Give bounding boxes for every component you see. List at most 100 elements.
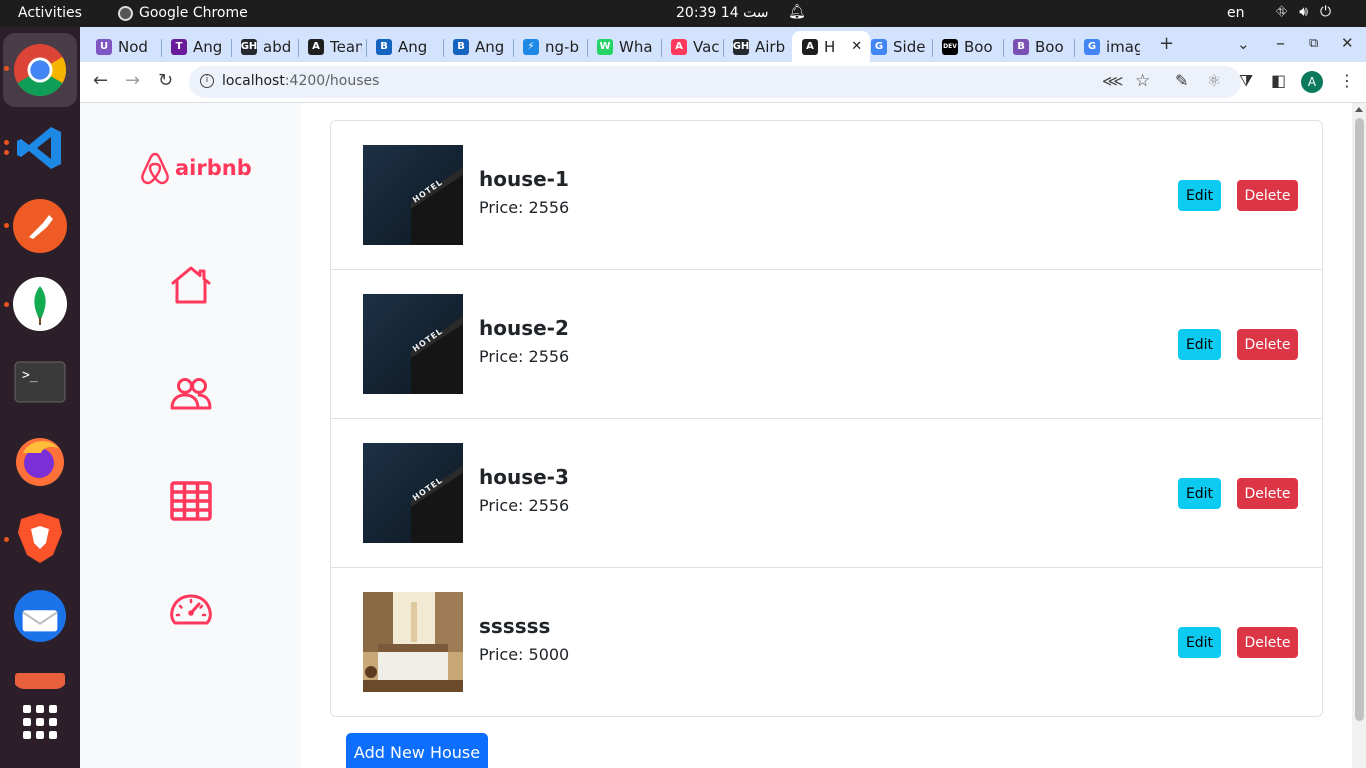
house-price: Price: 2556 xyxy=(479,198,569,217)
tab-favicon-icon: A xyxy=(308,38,324,55)
vscode-icon[interactable] xyxy=(13,121,67,175)
app-name: Google Chrome xyxy=(139,5,248,21)
terminal-icon[interactable]: >_ xyxy=(13,355,67,409)
app-menu[interactable]: Google Chrome xyxy=(118,5,248,21)
url-text[interactable]: localhost:4200/houses xyxy=(222,73,379,89)
browser-tab[interactable]: B Ang xyxy=(370,31,440,62)
browser-tab[interactable]: ⚡ ng-b xyxy=(517,31,583,62)
browser-tab[interactable]: GH Airb xyxy=(727,31,787,62)
react-devtools-icon[interactable]: ⚛ xyxy=(1207,71,1221,90)
browser-tab[interactable]: G Side xyxy=(865,31,927,62)
house-thumbnail: HOTEL xyxy=(363,443,463,543)
tab-favicon-icon: GH xyxy=(733,38,749,55)
delete-house-button[interactable]: Delete xyxy=(1237,329,1298,360)
profile-avatar[interactable]: A xyxy=(1301,71,1323,93)
tab-title: Ang xyxy=(193,37,223,56)
airbnb-logo-icon xyxy=(141,152,169,185)
tab-favicon-icon: A xyxy=(671,38,687,55)
edit-house-button[interactable]: Edit xyxy=(1178,180,1221,211)
tab-favicon-icon: T xyxy=(171,38,187,55)
tab-favicon-icon: W xyxy=(597,38,613,55)
extensions-puzzle-icon[interactable]: ⧩ xyxy=(1239,71,1253,91)
scroll-up-arrow-icon[interactable] xyxy=(1355,107,1363,112)
tab-separator xyxy=(587,39,588,57)
edit-house-button[interactable]: Edit xyxy=(1178,627,1221,658)
delete-house-button[interactable]: Delete xyxy=(1237,627,1298,658)
house-name: house-2 xyxy=(479,316,569,340)
browser-tab[interactable]: T Ang xyxy=(165,31,227,62)
browser-tab[interactable]: GH abd xyxy=(235,31,295,62)
forward-icon[interactable]: → xyxy=(125,70,140,91)
chrome-icon[interactable] xyxy=(13,43,67,97)
activities-button[interactable]: Activities xyxy=(18,5,82,21)
chrome-small-icon xyxy=(118,5,133,21)
browser-tab[interactable]: DEV Boo xyxy=(936,31,998,62)
browser-tab[interactable]: B Boo xyxy=(1007,31,1069,62)
tab-favicon-icon: DEV xyxy=(942,38,958,55)
color-picker-extension-icon[interactable]: ✎ xyxy=(1175,71,1188,90)
input-language[interactable]: en xyxy=(1227,5,1245,21)
page-scrollbar[interactable] xyxy=(1352,103,1366,768)
browser-tab[interactable]: Gimag xyxy=(1078,31,1140,62)
show-apps-icon[interactable] xyxy=(13,695,67,749)
browser-tab[interactable]: W Wha xyxy=(591,31,657,62)
close-window-icon[interactable]: ✕ xyxy=(1341,34,1354,52)
house-row: ssssss Price: 5000 Edit Delete xyxy=(331,568,1322,717)
running-indicator xyxy=(4,302,9,307)
browser-tab[interactable]: B Ang xyxy=(447,31,509,62)
tab-title: Nod xyxy=(118,37,148,56)
site-info-icon[interactable]: i xyxy=(200,74,214,88)
files-icon[interactable] xyxy=(13,667,67,689)
system-menu[interactable]: ⛗ 🔊︎ ⏻ xyxy=(1276,4,1331,20)
tab-favicon-icon: U xyxy=(96,38,112,55)
side-panel-icon[interactable]: ◧ xyxy=(1271,71,1286,90)
tab-separator xyxy=(513,39,514,57)
new-tab-icon[interactable]: + xyxy=(1159,33,1174,54)
add-new-house-button[interactable]: Add New House xyxy=(346,733,488,768)
running-indicator xyxy=(4,223,9,228)
brave-icon[interactable] xyxy=(13,511,67,565)
tab-search-icon[interactable]: ⌄ xyxy=(1237,35,1250,53)
close-tab-icon[interactable]: ✕ xyxy=(851,39,862,54)
address-bar[interactable]: i localhost:4200/houses ⋘ ☆ xyxy=(189,66,1241,98)
postman-icon[interactable] xyxy=(13,199,67,253)
clock[interactable]: 20:39 14 ست xyxy=(676,5,769,21)
tab-favicon-icon: G xyxy=(1084,38,1100,55)
home-icon[interactable] xyxy=(169,263,213,307)
notification-bell-icon[interactable]: 🔔︎ xyxy=(788,4,806,20)
share-icon[interactable]: ⋘ xyxy=(1102,72,1123,90)
users-icon[interactable] xyxy=(169,371,213,415)
house-row: HOTEL house-1 Price: 2556 Edit Delete xyxy=(331,121,1322,270)
browser-tab[interactable]: A Vaca xyxy=(665,31,719,62)
minimize-icon[interactable]: – xyxy=(1276,33,1285,54)
back-icon[interactable]: ← xyxy=(93,70,108,91)
brand-name: airbnb xyxy=(175,156,252,180)
house-thumbnail: HOTEL xyxy=(363,145,463,245)
browser-tab[interactable]: A H ✕ xyxy=(792,31,870,62)
chrome-menu-icon[interactable]: ⋮ xyxy=(1339,71,1355,90)
tab-title: imag xyxy=(1106,37,1140,56)
mongodb-compass-icon[interactable] xyxy=(13,277,67,331)
scrollbar-thumb[interactable] xyxy=(1355,118,1364,721)
browser-tab[interactable]: U Nod xyxy=(90,31,155,62)
edit-house-button[interactable]: Edit xyxy=(1178,478,1221,509)
tab-separator xyxy=(366,39,367,57)
tab-title: abd xyxy=(263,37,292,56)
delete-house-button[interactable]: Delete xyxy=(1237,478,1298,509)
speedometer-icon[interactable] xyxy=(169,589,213,633)
airbnb-logo[interactable]: airbnb xyxy=(139,151,252,185)
tab-title: Boo xyxy=(964,37,993,56)
delete-house-button[interactable]: Delete xyxy=(1237,180,1298,211)
grid-icon[interactable] xyxy=(169,479,213,523)
house-price: Price: 2556 xyxy=(479,347,569,366)
firefox-icon[interactable] xyxy=(13,433,67,487)
restore-icon[interactable]: ⧉ xyxy=(1309,36,1318,51)
tab-title: ng-b xyxy=(545,37,579,56)
browser-tab[interactable]: A Tean xyxy=(302,31,362,62)
price-value: 5000 xyxy=(528,645,570,664)
reload-icon[interactable]: ↻ xyxy=(158,70,173,91)
bookmark-star-icon[interactable]: ☆ xyxy=(1135,71,1150,91)
tab-title: Side xyxy=(893,37,926,56)
thunderbird-icon[interactable] xyxy=(13,589,67,643)
edit-house-button[interactable]: Edit xyxy=(1178,329,1221,360)
